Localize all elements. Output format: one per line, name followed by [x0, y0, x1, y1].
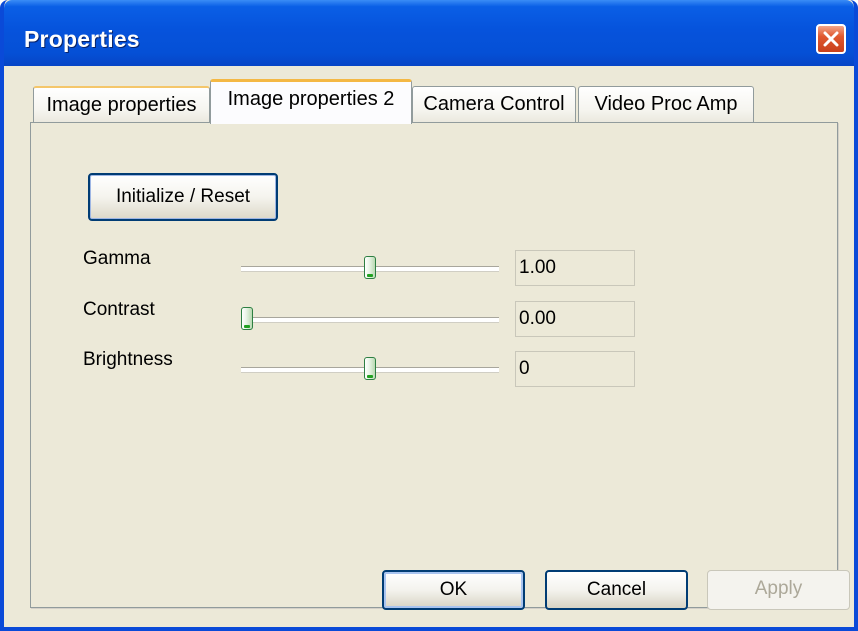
- brightness-label: Brightness: [83, 349, 173, 370]
- contrast-slider-track[interactable]: [241, 317, 499, 322]
- window-title: Properties: [24, 26, 140, 52]
- brightness-value-field: 0: [515, 351, 635, 387]
- tab-panel: Initialize / Reset Gamma 1.00 Contrast 0…: [30, 122, 838, 608]
- gamma-label: Gamma: [83, 248, 151, 269]
- contrast-label: Contrast: [83, 299, 155, 320]
- ok-button[interactable]: OK: [382, 570, 525, 610]
- dialog-client-area: Image properties Image properties 2 Came…: [4, 66, 854, 627]
- properties-dialog: Properties Image properties Image proper…: [0, 0, 858, 631]
- brightness-slider-thumb[interactable]: [364, 357, 376, 380]
- close-button[interactable]: [816, 24, 846, 54]
- tab-label: Camera Control: [423, 93, 565, 115]
- title-bar[interactable]: Properties: [4, 0, 854, 66]
- tab-image-properties[interactable]: Image properties: [33, 86, 210, 124]
- initialize-reset-button[interactable]: Initialize / Reset: [88, 173, 278, 221]
- contrast-slider-thumb[interactable]: [241, 307, 253, 330]
- tab-image-properties-2[interactable]: Image properties 2: [210, 79, 412, 124]
- gamma-slider-thumb[interactable]: [364, 256, 376, 279]
- tab-label: Image properties: [46, 94, 197, 116]
- tab-video-proc-amp[interactable]: Video Proc Amp: [578, 86, 754, 124]
- apply-button[interactable]: Apply: [707, 570, 850, 610]
- contrast-value-field: 0.00: [515, 301, 635, 337]
- cancel-button[interactable]: Cancel: [545, 570, 688, 610]
- gamma-value-field: 1.00: [515, 250, 635, 286]
- tab-camera-control[interactable]: Camera Control: [412, 86, 576, 124]
- tab-label: Video Proc Amp: [594, 93, 738, 115]
- tab-label: Image properties 2: [227, 88, 395, 110]
- close-x-icon: [823, 31, 839, 47]
